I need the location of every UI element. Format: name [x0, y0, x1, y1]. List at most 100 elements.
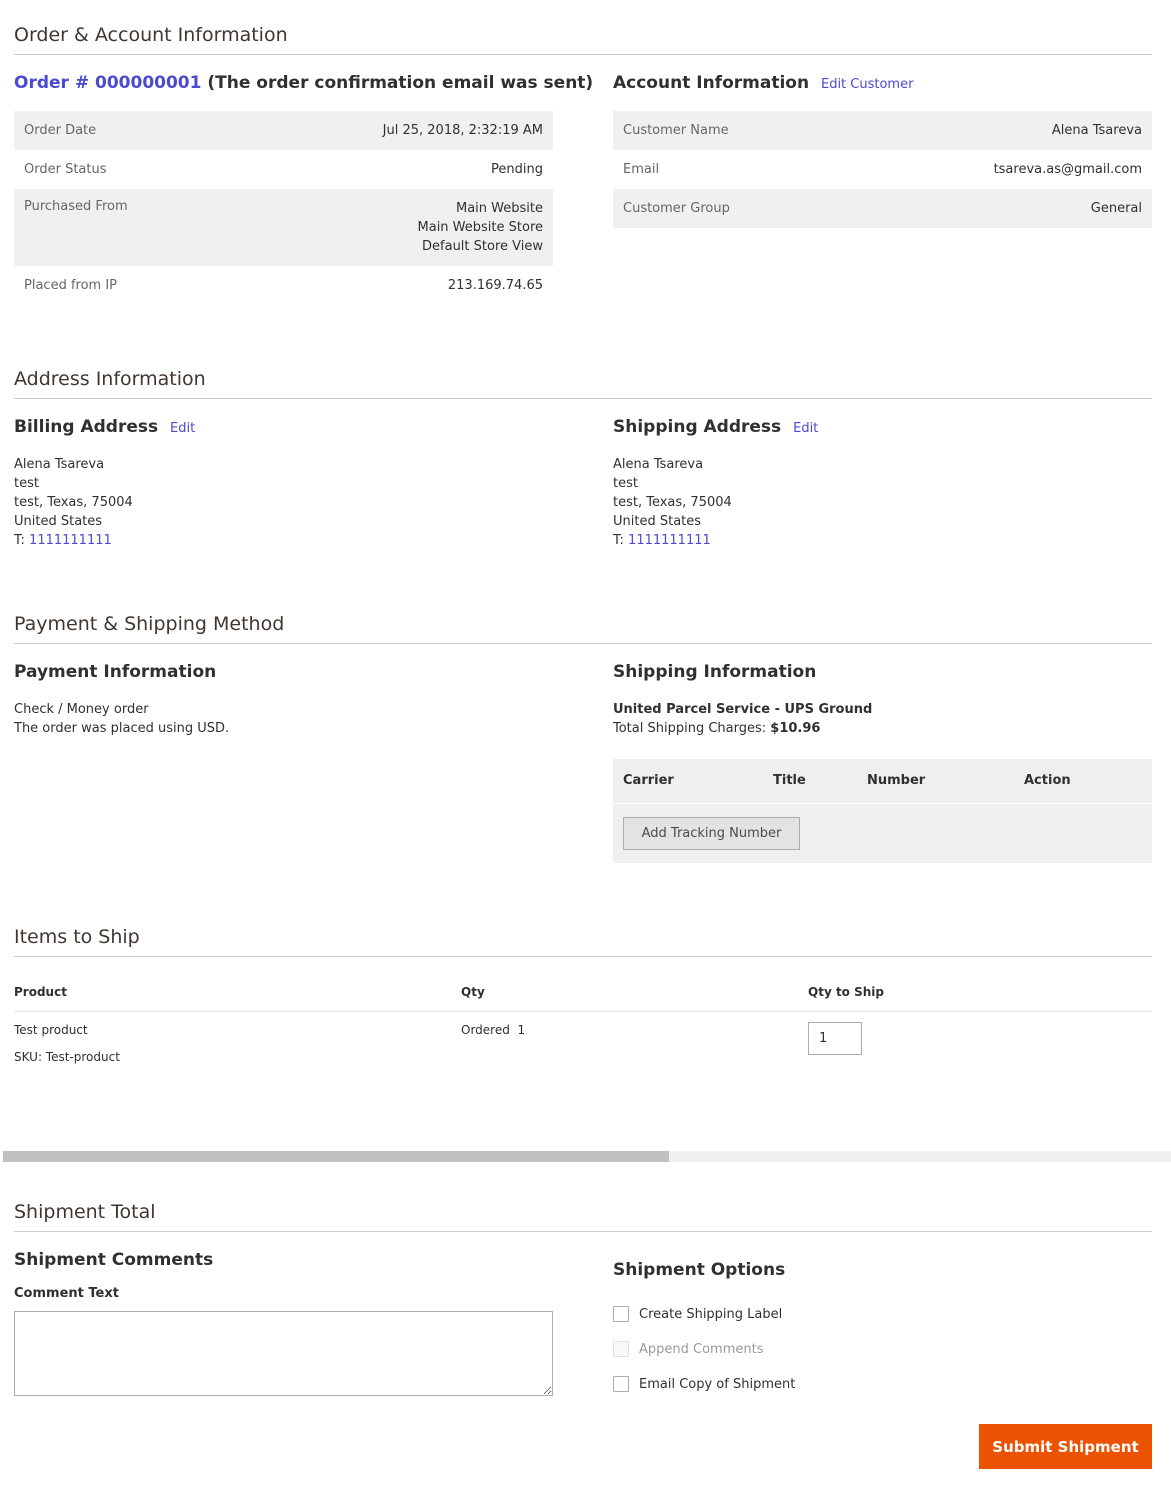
- col-qty: Qty: [461, 985, 485, 999]
- customer-group-value: General: [1090, 201, 1142, 216]
- store-view-name: Default Store View: [422, 239, 543, 254]
- order-status-value: Pending: [491, 162, 543, 177]
- account-title: Account Information: [613, 73, 810, 93]
- shipping-charges: Total Shipping Charges: $10.96: [613, 719, 872, 738]
- customer-name-row: Customer Name Alena Tsareva: [613, 111, 1152, 150]
- horizontal-scrollbar[interactable]: [3, 1151, 1171, 1162]
- email-copy-text: Email Copy of Shipment: [639, 1376, 796, 1392]
- items-section-title: Items to Ship: [14, 926, 140, 948]
- payment-info: Check / Money order The order was placed…: [14, 700, 229, 738]
- tracking-header-row: Carrier Title Number Action: [613, 759, 1152, 803]
- section-divider: [14, 956, 1152, 957]
- section-divider: [14, 643, 1152, 644]
- shipping-city: test, Texas, 75004: [613, 495, 732, 510]
- address-section-title: Address Information: [14, 368, 206, 390]
- section-divider: [14, 54, 1152, 55]
- shipment-options-title: Shipment Options: [613, 1260, 786, 1280]
- section-divider: [14, 1231, 1152, 1232]
- placed-ip-label: Placed from IP: [24, 278, 118, 293]
- comment-text-label: Comment Text: [14, 1286, 119, 1301]
- tracking-col-action: Action: [1024, 773, 1071, 788]
- shipping-country: United States: [613, 514, 702, 529]
- option-create-shipping-label[interactable]: Create Shipping Label: [613, 1306, 782, 1322]
- create-shipping-label-text: Create Shipping Label: [639, 1306, 783, 1322]
- tracking-col-title: Title: [773, 773, 806, 788]
- shipping-address-title: Shipping Address: [613, 417, 782, 437]
- tracking-divider: [613, 803, 1152, 804]
- order-info-table: Order Date Jul 25, 2018, 2:32:19 AM Orde…: [14, 111, 553, 305]
- order-account-section-title: Order & Account Information: [14, 24, 288, 46]
- order-status-label: Order Status: [24, 162, 107, 177]
- shipping-phone-line: T: 1111111111: [613, 531, 732, 550]
- scrollbar-thumb[interactable]: [3, 1151, 669, 1162]
- shipping-street: test: [613, 476, 638, 491]
- order-confirmation-note: (The order confirmation email was sent): [207, 73, 594, 93]
- email-row: Email tsareva.as@gmail.com: [613, 150, 1152, 189]
- email-label: Email: [623, 162, 660, 177]
- account-heading: Account Information Edit Customer: [613, 73, 913, 93]
- col-qty-to-ship: Qty to Ship: [808, 985, 884, 999]
- submit-shipment-button[interactable]: Submit Shipment: [979, 1424, 1152, 1469]
- shipping-phone-link[interactable]: 1111111111: [628, 533, 711, 548]
- phone-prefix: T:: [14, 533, 25, 548]
- shipping-charges-value: $10.96: [770, 721, 821, 736]
- option-append-comments: Append Comments: [613, 1341, 763, 1357]
- billing-edit-link[interactable]: Edit: [170, 421, 195, 436]
- email-copy-checkbox[interactable]: [613, 1376, 629, 1392]
- option-email-copy[interactable]: Email Copy of Shipment: [613, 1376, 795, 1392]
- append-comments-text: Append Comments: [639, 1341, 764, 1357]
- order-number-link[interactable]: Order # 000000001: [14, 73, 201, 93]
- order-date-value: Jul 25, 2018, 2:32:19 AM: [382, 123, 543, 138]
- shipping-address-heading: Shipping Address Edit: [613, 417, 818, 437]
- shipping-info-title: Shipping Information: [613, 662, 817, 682]
- edit-customer-link[interactable]: Edit Customer: [821, 77, 913, 92]
- product-name: Test product: [14, 1023, 88, 1037]
- purchased-from-row: Purchased From Main Website Main Website…: [14, 189, 553, 266]
- order-heading: Order # 000000001 (The order confirmatio…: [14, 73, 593, 93]
- email-link[interactable]: tsareva.as@gmail.com: [994, 160, 1142, 179]
- qty-ordered-label: Ordered: [461, 1023, 510, 1037]
- website-name: Main Website: [456, 201, 543, 216]
- comment-textarea[interactable]: [14, 1311, 553, 1396]
- shipping-method: United Parcel Service - UPS Ground: [613, 702, 873, 717]
- store-name: Main Website Store: [417, 220, 543, 235]
- payment-method: Check / Money order: [14, 702, 149, 717]
- product-sku: SKU: Test-product: [14, 1050, 120, 1064]
- customer-group-label: Customer Group: [623, 201, 730, 216]
- shipping-edit-link[interactable]: Edit: [793, 421, 818, 436]
- shipment-total-section-title: Shipment Total: [14, 1201, 156, 1223]
- table-row: Test product SKU: Test-product Ordered 1: [0, 1012, 1171, 1082]
- col-product: Product: [14, 985, 67, 999]
- qty-to-ship-input[interactable]: [808, 1022, 862, 1055]
- customer-name-link[interactable]: Alena Tsareva: [1052, 121, 1142, 140]
- billing-address: Alena Tsareva test test, Texas, 75004 Un…: [14, 455, 133, 550]
- tracking-col-number: Number: [867, 773, 926, 788]
- create-shipping-label-checkbox[interactable]: [613, 1306, 629, 1322]
- billing-city: test, Texas, 75004: [14, 495, 133, 510]
- billing-heading: Billing Address Edit: [14, 417, 195, 437]
- shipping-charges-label: Total Shipping Charges:: [613, 721, 767, 736]
- append-comments-checkbox: [613, 1341, 629, 1357]
- purchased-from-label: Purchased From: [24, 199, 128, 214]
- phone-prefix: T:: [613, 533, 624, 548]
- payment-currency-note: The order was placed using USD.: [14, 721, 230, 736]
- order-date-label: Order Date: [24, 123, 97, 138]
- tracking-col-carrier: Carrier: [623, 773, 674, 788]
- billing-title: Billing Address: [14, 417, 159, 437]
- order-status-row: Order Status Pending: [14, 150, 553, 189]
- billing-country: United States: [14, 514, 103, 529]
- billing-phone-link[interactable]: 1111111111: [29, 533, 112, 548]
- payment-title: Payment Information: [14, 662, 217, 682]
- placed-ip-value: 213.169.74.65: [447, 278, 543, 293]
- tracking-table: Carrier Title Number Action Add Tracking…: [613, 759, 1152, 863]
- order-date-row: Order Date Jul 25, 2018, 2:32:19 AM: [14, 111, 553, 150]
- section-divider: [14, 398, 1152, 399]
- billing-name: Alena Tsareva: [14, 457, 105, 472]
- placed-ip-row: Placed from IP 213.169.74.65: [14, 266, 553, 305]
- shipping-info: United Parcel Service - UPS Ground Total…: [613, 700, 872, 738]
- payment-shipping-section-title: Payment & Shipping Method: [14, 613, 285, 635]
- account-info-table: Customer Name Alena Tsareva Email tsarev…: [613, 111, 1152, 228]
- customer-group-row: Customer Group General: [613, 189, 1152, 228]
- add-tracking-number-button[interactable]: Add Tracking Number: [623, 817, 800, 850]
- qty-ordered: Ordered 1: [461, 1023, 525, 1037]
